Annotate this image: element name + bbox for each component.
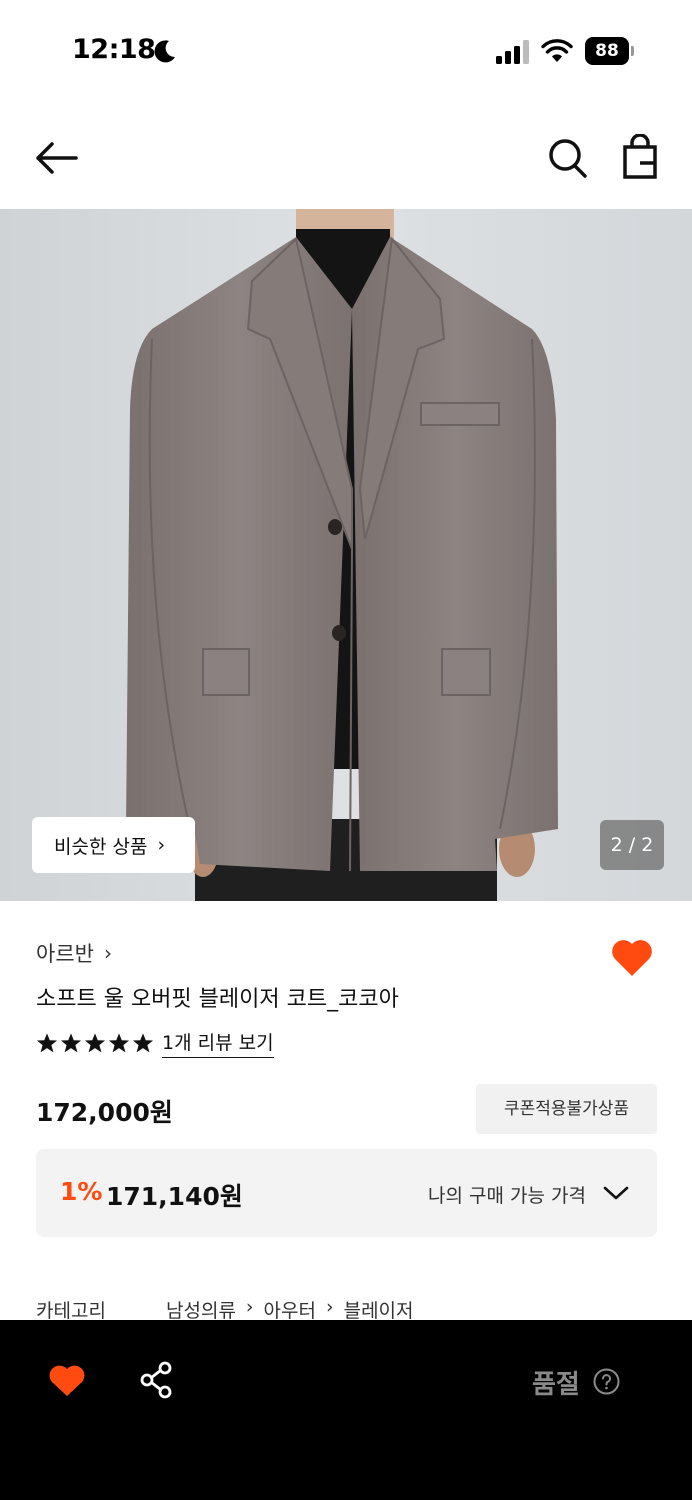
wifi-icon (541, 39, 573, 62)
coupon-badge: 쿠폰적용불가상품 (476, 1084, 657, 1134)
image-counter: 2 / 2 (600, 820, 664, 870)
cellular-signal-icon (496, 40, 529, 64)
soldout-label: 품절 (532, 1370, 580, 1400)
product-name: 소프트 울 오버핏 블레이저 코트_코코아 (36, 987, 399, 1012)
member-price-label: 나의 구매 가능 가격 (428, 1185, 586, 1207)
similar-products-button[interactable]: 비슷한 상품 › (32, 817, 195, 873)
search-icon[interactable] (546, 136, 588, 180)
chevron-right-icon: › (157, 834, 166, 856)
rating-stars (36, 1032, 154, 1054)
category-breadcrumb: 남성의류 › 아우터 › 블레이저 (166, 1296, 414, 1323)
member-price-dropdown[interactable]: 1% 171,140원 나의 구매 가능 가격 (36, 1149, 657, 1237)
chevron-right-icon: › (325, 1296, 334, 1318)
star-icon (84, 1033, 106, 1053)
star-icon (60, 1033, 82, 1053)
brand-link[interactable]: 아르반 › (36, 938, 112, 968)
help-icon[interactable] (593, 1368, 620, 1395)
discount-rate: 1% (60, 1177, 103, 1206)
chevron-down-icon (603, 1186, 629, 1200)
bottom-action-bar: 품절 (0, 1320, 692, 1500)
chevron-right-icon: › (103, 941, 112, 965)
category-item[interactable]: 아우터 (264, 1296, 316, 1323)
shopping-bag-icon[interactable] (620, 134, 660, 180)
product-image[interactable]: 비슷한 상품 › 2 / 2 (0, 209, 692, 901)
status-time: 12:18 (72, 34, 156, 65)
star-icon (36, 1033, 58, 1053)
star-icon (108, 1033, 130, 1053)
member-price: 171,140원 (106, 1182, 243, 1211)
product-photo (0, 209, 692, 901)
chevron-right-icon: › (245, 1296, 254, 1318)
similar-products-label: 비슷한 상품 (54, 835, 148, 858)
moon-icon (154, 40, 175, 63)
battery-icon: 88 (585, 37, 635, 65)
status-bar: 12:18 88 (0, 0, 692, 100)
heart-icon[interactable] (48, 1362, 86, 1398)
category-label: 카테고리 (36, 1300, 106, 1322)
category-row: 카테고리 남성의류 › 아우터 › 블레이저 (36, 1296, 414, 1323)
review-link[interactable]: 1개 리뷰 보기 (162, 1028, 274, 1058)
brand-name: 아르반 (36, 942, 94, 966)
category-item[interactable]: 블레이저 (344, 1296, 414, 1323)
rating-row: 1개 리뷰 보기 (36, 1027, 274, 1059)
top-nav (0, 110, 692, 208)
arrow-left-icon[interactable] (32, 138, 80, 178)
star-icon (132, 1033, 154, 1053)
battery-level: 88 (585, 37, 629, 65)
share-icon[interactable] (140, 1361, 174, 1399)
heart-icon[interactable] (610, 936, 654, 978)
price: 172,000원 (36, 1098, 173, 1127)
category-item[interactable]: 남성의류 (166, 1296, 236, 1323)
